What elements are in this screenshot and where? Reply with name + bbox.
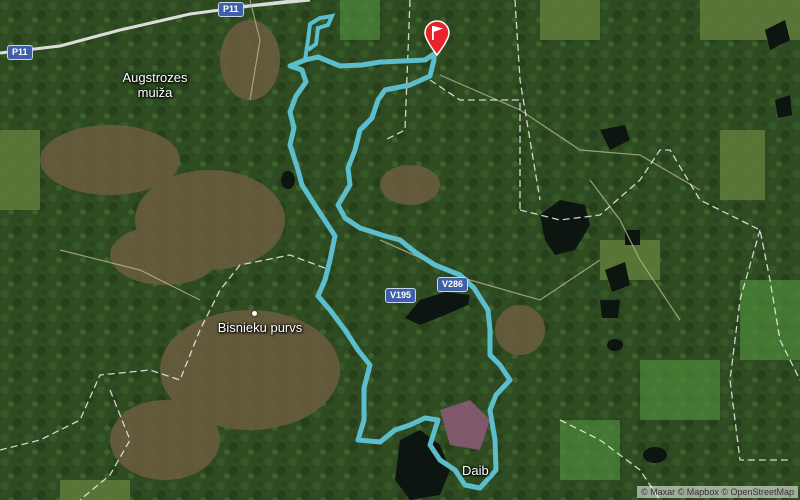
road-shield-v195: V195 — [385, 288, 417, 303]
flag-icon[interactable] — [423, 20, 451, 57]
map-canvas[interactable]: Augstrozes muiža Bisnieku purvs Daib P11… — [0, 0, 800, 500]
road-shield-p11: P11 — [7, 45, 33, 60]
road-shield-p11: P11 — [218, 2, 244, 17]
place-dot — [252, 311, 257, 316]
place-label-augstrozes: Augstrozes muiža — [105, 70, 205, 100]
map-attribution[interactable]: © Maxar © Mapbox © OpenStreetMap — [637, 486, 798, 498]
place-label-bisnieku-purvs: Bisnieku purvs — [217, 320, 303, 335]
place-name-line2: muiža — [137, 85, 173, 100]
road-shield-v286: V286 — [437, 277, 469, 292]
place-label-daib: Daib — [462, 463, 489, 478]
place-name: Augstrozes — [122, 70, 188, 85]
